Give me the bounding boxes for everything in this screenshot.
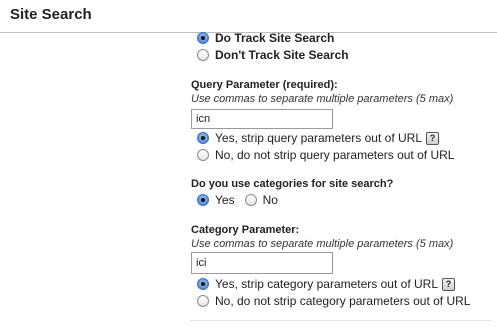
strip-category-yes-radio[interactable] [197, 278, 209, 290]
strip-query-no-radio[interactable] [197, 149, 209, 161]
categories-options: Yes No [191, 193, 278, 207]
section-header: Site Search [0, 0, 497, 33]
strip-query-no-label[interactable]: No, do not strip query parameters out of… [215, 148, 454, 162]
query-parameter-label: Query Parameter (required): [191, 79, 338, 91]
do-track-label[interactable]: Do Track Site Search [215, 31, 334, 45]
category-parameter-label: Category Parameter: [191, 224, 300, 236]
categories-no-label[interactable]: No [263, 193, 278, 207]
do-track-option[interactable]: Do Track Site Search [191, 31, 334, 45]
strip-category-yes-option[interactable]: Yes, strip category parameters out of UR… [191, 277, 455, 291]
dont-track-option[interactable]: Don't Track Site Search [191, 48, 349, 62]
dont-track-label[interactable]: Don't Track Site Search [215, 48, 349, 62]
strip-query-no-option[interactable]: No, do not strip query parameters out of… [191, 148, 454, 162]
strip-category-no-option[interactable]: No, do not strip category parameters out… [191, 294, 470, 308]
categories-question-label: Do you use categories for site search? [191, 178, 394, 190]
divider [191, 320, 491, 321]
categories-no-radio[interactable] [244, 194, 257, 206]
help-icon[interactable]: ? [426, 131, 439, 145]
strip-query-yes-label[interactable]: Yes, strip query parameters out of URL [215, 131, 422, 145]
help-icon[interactable]: ? [442, 277, 455, 291]
query-parameter-input[interactable] [191, 109, 333, 129]
strip-query-yes-radio[interactable] [197, 132, 209, 144]
categories-yes-label[interactable]: Yes [215, 193, 235, 207]
category-parameter-hint: Use commas to separate multiple paramete… [191, 238, 454, 250]
dont-track-radio[interactable] [197, 49, 209, 61]
strip-category-yes-label[interactable]: Yes, strip category parameters out of UR… [215, 277, 438, 291]
strip-category-no-radio[interactable] [197, 295, 209, 307]
categories-yes-radio[interactable] [197, 194, 209, 206]
section-title: Site Search [10, 6, 92, 23]
strip-category-no-label[interactable]: No, do not strip category parameters out… [215, 294, 470, 308]
strip-query-yes-option[interactable]: Yes, strip query parameters out of URL ? [191, 131, 439, 145]
query-parameter-hint: Use commas to separate multiple paramete… [191, 93, 454, 105]
category-parameter-input[interactable] [191, 252, 333, 274]
do-track-radio[interactable] [197, 32, 209, 44]
